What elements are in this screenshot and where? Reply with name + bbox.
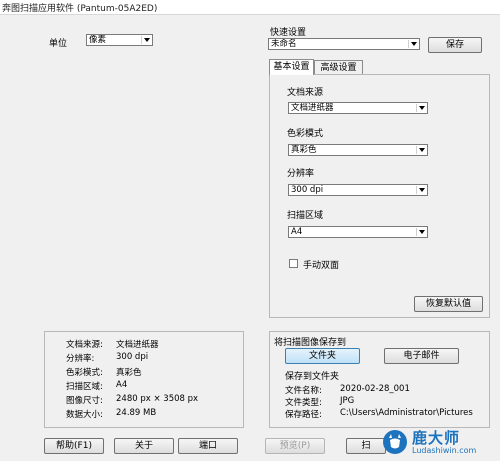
info-value: 2480 px × 3508 px: [116, 394, 199, 404]
window-title: 奔图扫描应用软件 (Pantum-05A2ED): [2, 4, 158, 14]
restore-defaults-button[interactable]: 恢复默认值: [414, 296, 483, 312]
chevron-down-icon: [141, 36, 151, 44]
source-select[interactable]: 文档进纸器: [288, 102, 428, 114]
tab-basic-settings[interactable]: 基本设置: [269, 59, 314, 75]
file-type-value: JPG: [340, 396, 355, 406]
info-key: 分辨率:: [66, 354, 95, 364]
chevron-down-icon: [416, 186, 426, 194]
about-button[interactable]: 关于: [114, 438, 174, 454]
duplex-checkbox[interactable]: [289, 259, 298, 268]
save-path-value: C:\Users\Administrator\Pictures: [340, 408, 473, 418]
info-key: 数据大小:: [66, 410, 103, 420]
unit-value: 像素: [89, 35, 107, 45]
save-to-email-button[interactable]: 电子邮件: [384, 348, 459, 364]
unit-label: 单位: [49, 39, 68, 49]
resolution-value: 300 dpi: [291, 185, 324, 195]
preview-button[interactable]: 预览(P): [265, 438, 325, 454]
chevron-down-icon: [408, 40, 418, 48]
source-label: 文档来源: [287, 88, 324, 98]
info-value: 300 dpi: [116, 352, 149, 362]
quick-settings-label: 快速设置: [270, 28, 307, 38]
save-key: 文件类型:: [285, 398, 322, 408]
watermark: 鹿大师 Ludashiwin.com: [380, 425, 498, 459]
watermark-url: Ludashiwin.com: [412, 446, 477, 455]
chevron-down-icon: [416, 146, 426, 154]
scan-area-label: 扫描区域: [287, 211, 324, 221]
duplex-label: 手动双面: [303, 261, 340, 271]
color-mode-value: 真彩色: [291, 145, 317, 155]
help-button[interactable]: 帮助(F1): [44, 438, 104, 454]
info-key: 文档来源:: [66, 340, 103, 350]
info-key: 扫描区域:: [66, 382, 103, 392]
color-mode-label: 色彩模式: [287, 129, 324, 139]
save-destination-title: 将扫描图像保存到: [274, 338, 347, 348]
save-to-folder-button[interactable]: 文件夹: [285, 348, 360, 364]
save-key: 文件名称:: [285, 386, 322, 396]
info-key: 色彩模式:: [66, 368, 103, 378]
resolution-select[interactable]: 300 dpi: [288, 184, 428, 196]
source-value: 文档进纸器: [291, 103, 334, 113]
info-value: 24.89 MB: [116, 408, 157, 418]
chevron-down-icon: [416, 104, 426, 112]
info-key: 图像尺寸:: [66, 396, 103, 406]
info-value: A4: [116, 380, 128, 390]
scan-area-value: A4: [291, 227, 303, 237]
resolution-label: 分辨率: [287, 169, 315, 179]
color-mode-select[interactable]: 真彩色: [288, 144, 428, 156]
basic-settings-panel: 文档来源 文档进纸器 色彩模式 真彩色 分辨率 300 dpi 扫描区域 A4 …: [269, 74, 490, 318]
scan-area-select[interactable]: A4: [288, 226, 428, 238]
port-button[interactable]: 端口: [178, 438, 238, 454]
unit-select[interactable]: 像素: [86, 34, 153, 46]
chevron-down-icon: [416, 228, 426, 236]
info-value: 真彩色: [116, 368, 142, 378]
quick-settings-value: 未命名: [271, 39, 297, 49]
tab-advanced-settings[interactable]: 高级设置: [314, 60, 363, 75]
info-value: 文档进纸器: [116, 340, 159, 350]
save-to-folder-label: 保存到文件夹: [285, 372, 340, 382]
scan-info-panel: 文档来源: 文档进纸器 分辨率: 300 dpi 色彩模式: 真彩色 扫描区域:…: [44, 331, 244, 428]
file-name-value: 2020-02-28_001: [340, 384, 410, 394]
save-key: 保存路径:: [285, 410, 322, 420]
save-destination-panel: 将扫描图像保存到 文件夹 电子邮件 保存到文件夹 文件名称: 2020-02-2…: [269, 331, 490, 428]
save-preset-button[interactable]: 保存: [428, 37, 482, 53]
title-bar: 奔图扫描应用软件 (Pantum-05A2ED): [0, 0, 500, 15]
watermark-brand: 鹿大师: [412, 429, 461, 447]
deer-logo-icon: [383, 430, 407, 454]
quick-settings-select[interactable]: 未命名: [268, 38, 420, 50]
